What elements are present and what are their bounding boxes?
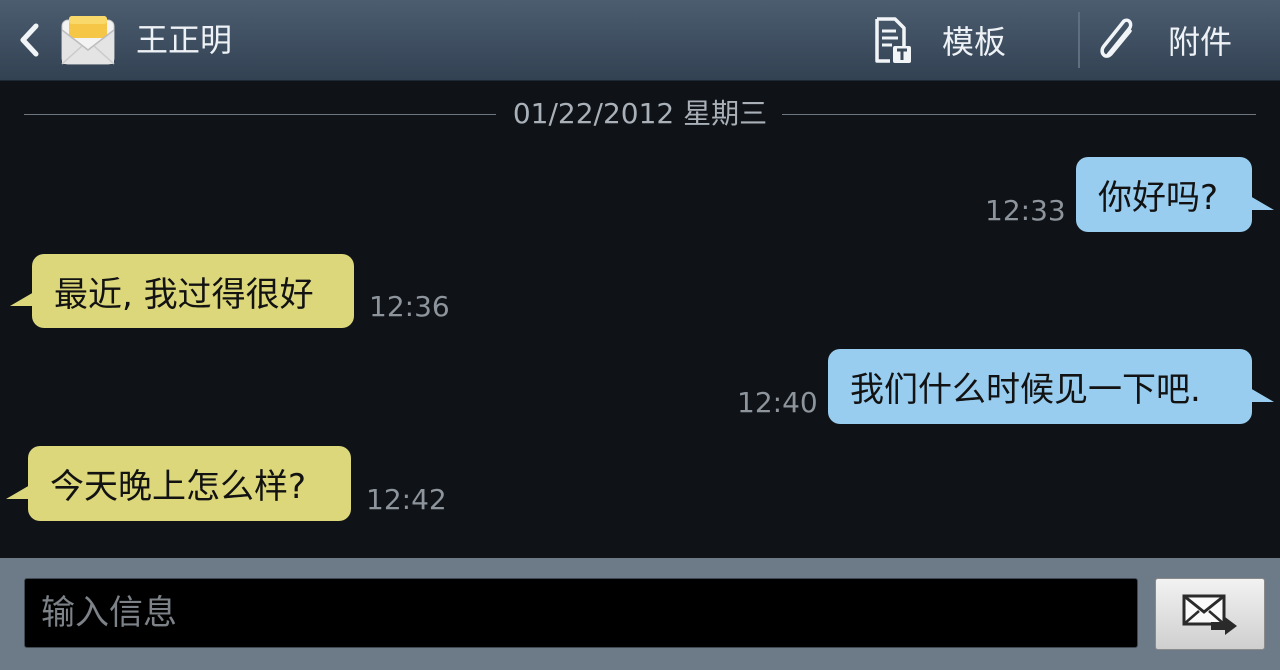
toolbar-divider [1078,12,1080,68]
envelope-icon [61,16,115,65]
message-bubble-incoming[interactable]: 最近, 我过得很好 [10,254,354,328]
message-time: 12:33 [985,194,1066,227]
send-button[interactable] [1155,578,1265,650]
template-document-icon [875,17,911,63]
date-divider: 01/22/2012 星期三 [24,94,1256,134]
messaging-app-icon[interactable] [60,14,116,68]
message-bubble-outgoing[interactable]: 我们什么时候见一下吧. [828,349,1274,424]
contact-name: 王正明 [136,21,233,59]
back-button[interactable] [14,22,44,58]
template-label: 模板 [942,23,1007,61]
chevron-left-icon [20,23,39,57]
paperclip-icon [1100,18,1133,58]
send-message-icon [1182,594,1237,635]
template-button[interactable]: 模板 [870,0,1006,80]
message-input[interactable] [24,578,1138,648]
message-bubble-outgoing[interactable]: 你好吗? [1076,157,1274,232]
message-text: 你好吗? [1098,178,1219,218]
composer-bar [0,558,1280,670]
message-time: 12:36 [369,290,450,323]
message-time: 12:40 [737,386,818,419]
action-bar: 王正明 模板 附件 [0,0,1280,81]
message-text: 最近, 我过得很好 [54,274,314,315]
message-bubble-incoming[interactable]: 今天晚上怎么样? [6,446,351,521]
attach-label: 附件 [1168,23,1233,61]
attach-button[interactable]: 附件 [1096,0,1232,80]
message-time: 12:42 [366,483,447,516]
message-text: 今天晚上怎么样? [50,467,307,507]
date-divider-text: 01/22/2012 星期三 [508,97,772,130]
message-text: 我们什么时候见一下吧. [850,370,1201,410]
